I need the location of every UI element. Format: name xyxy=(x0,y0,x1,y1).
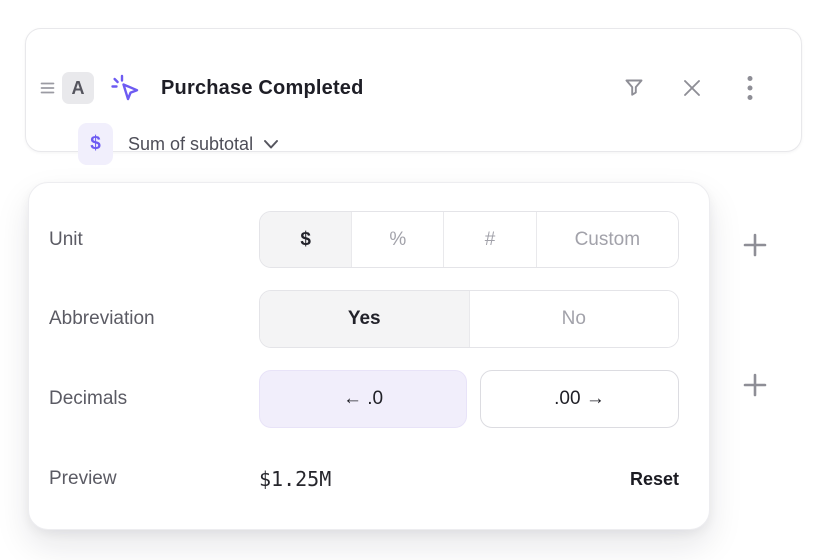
decimals-increase-button[interactable]: .00 → xyxy=(480,370,679,428)
unit-segmented-control: $ % # Custom xyxy=(259,211,679,268)
metric-label: Sum of subtotal xyxy=(128,134,253,155)
add-formula-button[interactable] xyxy=(741,371,769,399)
chevron-down-icon[interactable] xyxy=(263,139,279,150)
unit-label: Unit xyxy=(49,229,259,251)
click-cursor-icon xyxy=(109,71,143,105)
metric-selector[interactable]: $ Sum of subtotal xyxy=(78,123,279,165)
reset-button[interactable]: Reset xyxy=(630,469,679,490)
unit-option-number[interactable]: # xyxy=(443,212,535,267)
event-card-header: A Purchase Completed xyxy=(26,67,801,109)
filter-funnel-icon[interactable] xyxy=(621,75,647,101)
preview-row: Preview $1.25M Reset xyxy=(49,450,677,508)
screen: A Purchase Completed xyxy=(0,0,826,560)
drag-handle-icon[interactable] xyxy=(34,81,60,95)
abbreviation-option-no[interactable]: No xyxy=(469,291,679,347)
unit-option-custom[interactable]: Custom xyxy=(536,212,678,267)
unit-option-percent[interactable]: % xyxy=(351,212,443,267)
event-card: A Purchase Completed xyxy=(25,28,802,152)
abbreviation-segmented-control: Yes No xyxy=(259,290,679,348)
decimals-row: Decimals ← .0 .00 → xyxy=(49,370,677,428)
decimals-label: Decimals xyxy=(49,388,259,410)
add-metric-button[interactable] xyxy=(741,231,769,259)
abbreviation-option-yes[interactable]: Yes xyxy=(260,291,469,347)
unit-row: Unit $ % # Custom xyxy=(49,211,677,268)
event-card-actions xyxy=(621,75,801,101)
abbreviation-row: Abbreviation Yes No xyxy=(49,290,677,348)
abbreviation-label: Abbreviation xyxy=(49,308,259,330)
event-letter-badge: A xyxy=(62,72,94,104)
preview-label: Preview xyxy=(49,468,259,490)
unit-option-dollar[interactable]: $ xyxy=(260,212,351,267)
plus-icon xyxy=(742,232,768,258)
plus-icon xyxy=(742,372,768,398)
kebab-menu-icon[interactable] xyxy=(737,75,763,101)
decimals-decrease-button[interactable]: ← .0 xyxy=(259,370,467,428)
close-icon[interactable] xyxy=(679,75,705,101)
number-format-panel: Unit $ % # Custom Abbreviation Yes No xyxy=(28,182,710,530)
dollar-icon: $ xyxy=(78,123,113,165)
event-title: Purchase Completed xyxy=(161,77,364,100)
preview-value: $1.25M xyxy=(259,467,331,491)
